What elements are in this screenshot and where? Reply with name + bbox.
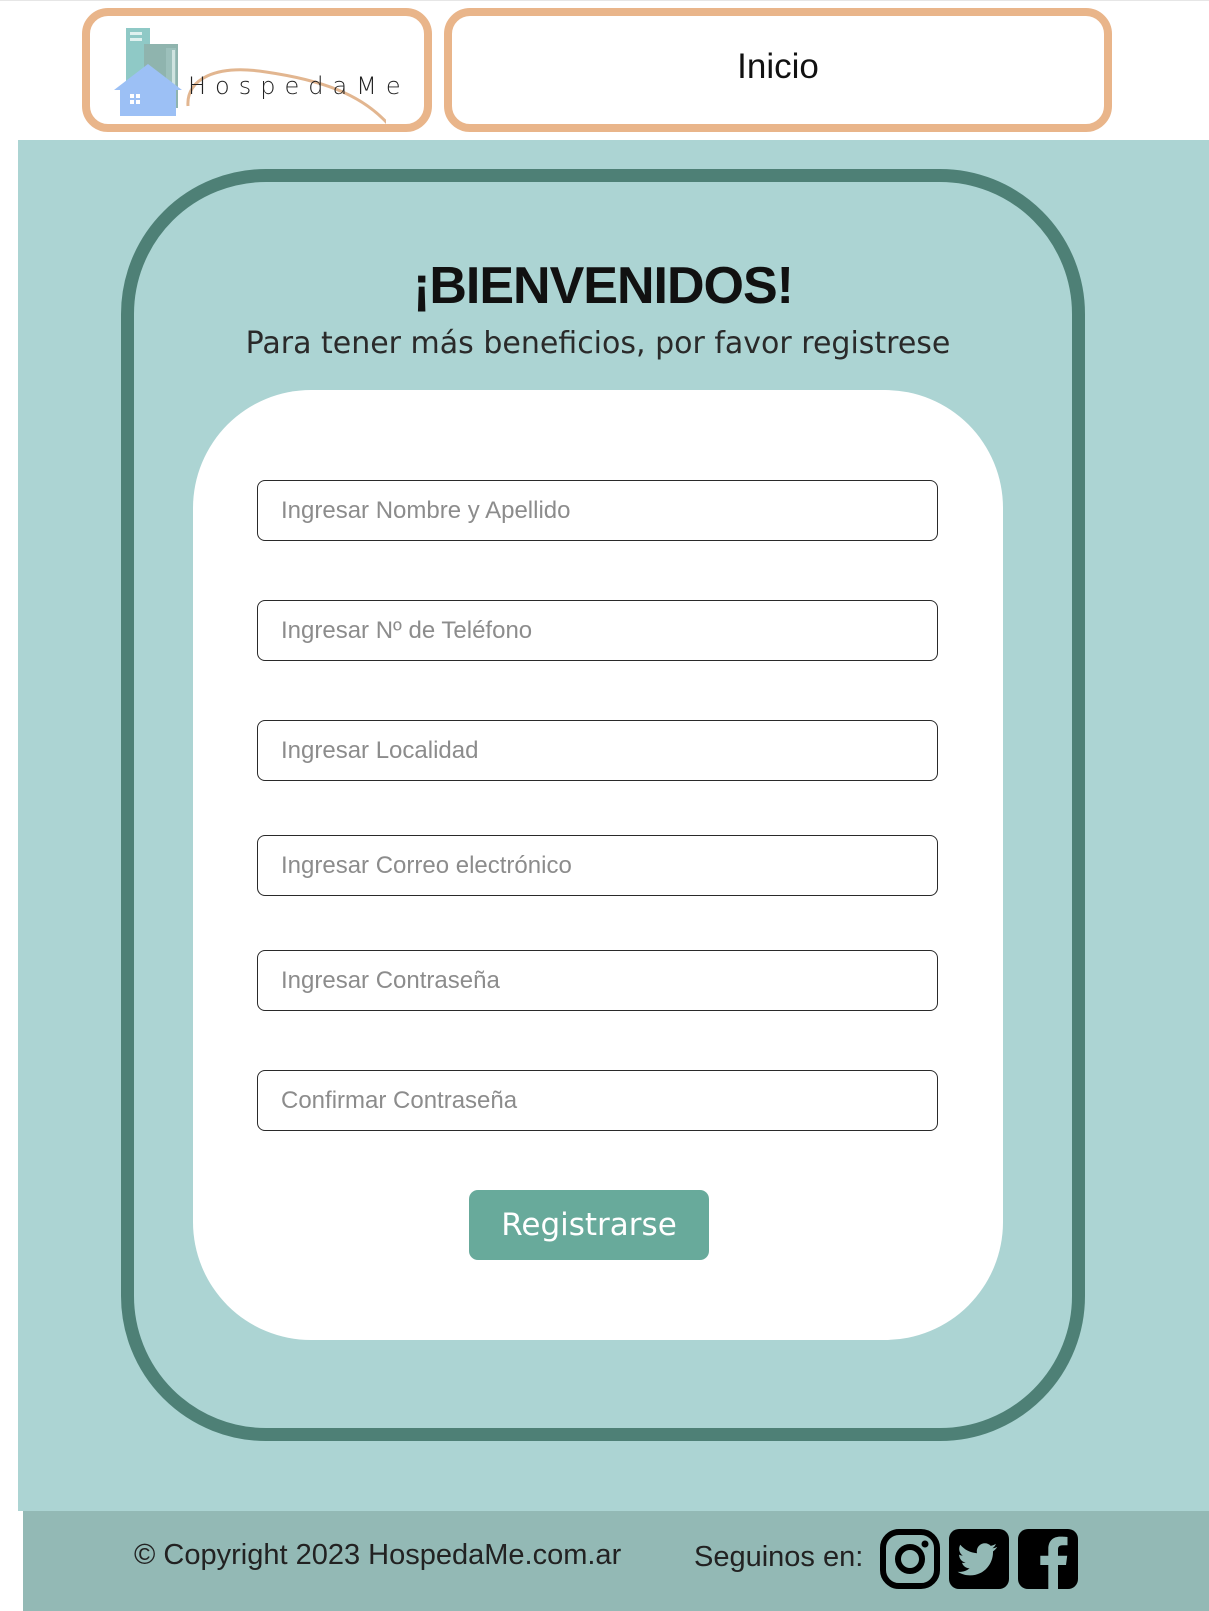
copyright-text: © Copyright 2023 HospedaMe.com.ar [134, 1539, 622, 1571]
page-subtitle: Para tener más beneficios, por favor reg… [245, 326, 951, 361]
email-input[interactable] [257, 835, 938, 896]
register-button[interactable]: Registrarse [469, 1190, 709, 1260]
logo-text: HospedaMe [188, 72, 410, 100]
locality-input[interactable] [257, 720, 938, 781]
full-name-input[interactable] [257, 480, 938, 541]
logo-container[interactable]: HospedaMe [82, 8, 432, 132]
instagram-icon[interactable] [879, 1528, 941, 1590]
confirm-password-input[interactable] [257, 1070, 938, 1131]
password-input[interactable] [257, 950, 938, 1011]
top-divider [0, 0, 1209, 1]
nav-link-inicio[interactable]: Inicio [737, 47, 819, 87]
facebook-icon[interactable] [1017, 1528, 1079, 1590]
twitter-icon[interactable] [948, 1528, 1010, 1590]
follow-label: Seguinos en: [694, 1541, 864, 1573]
phone-input[interactable] [257, 600, 938, 661]
footer: © Copyright 2023 HospedaMe.com.ar Seguin… [23, 1511, 1209, 1611]
nav-container: Inicio [444, 8, 1112, 132]
page-title: ¡BIENVENIDOS! [413, 257, 794, 315]
